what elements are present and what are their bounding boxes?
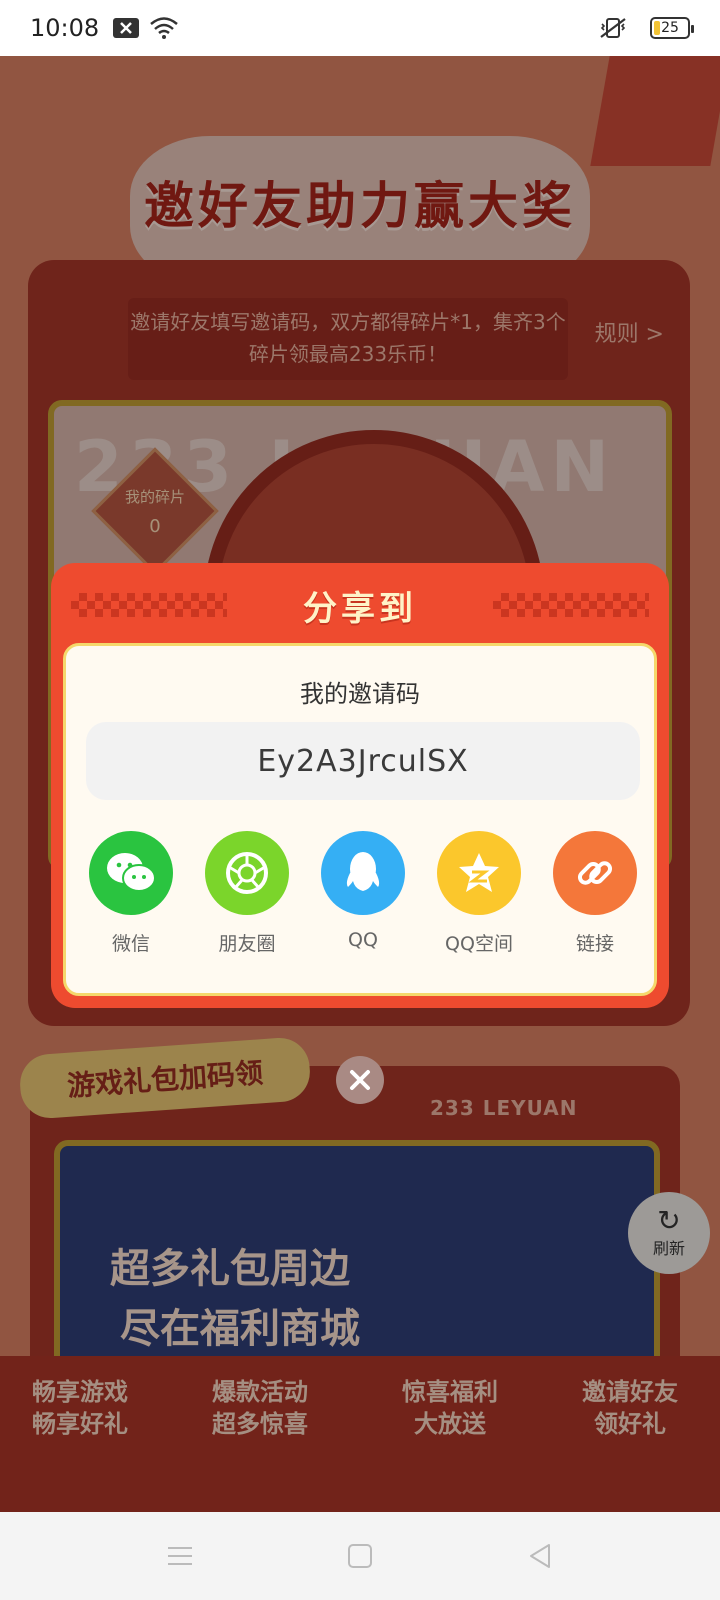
share-qzone-button[interactable]: QQ空间 [434,831,524,956]
share-dialog-body: 我的邀请码 Ey2A3JrculSX 微信 朋友圈 QQ QQ空间 链接 [63,643,657,996]
qzone-icon [437,831,521,915]
home-square-icon [348,1544,372,1568]
home-nav-button[interactable] [340,1536,380,1576]
menu-icon [168,1547,192,1565]
system-nav-bar [0,1512,720,1600]
battery-icon: 25 [650,17,694,39]
share-dialog: 分享到 我的邀请码 Ey2A3JrculSX 微信 朋友圈 QQ QQ空间 链接 [51,563,669,1008]
menu-nav-button[interactable] [160,1536,200,1576]
share-label: QQ [348,929,378,951]
close-icon [350,1070,370,1090]
share-targets: 微信 朋友圈 QQ QQ空间 链接 [86,831,640,956]
notification-close-icon [113,18,140,38]
share-label: 朋友圈 [218,933,276,955]
status-time: 10:08 [30,14,100,42]
share-moments-button[interactable]: 朋友圈 [202,831,292,956]
status-bar: 10:08 25 [0,0,720,56]
battery-level: 25 [661,20,679,36]
share-dialog-title: 分享到 [303,589,417,629]
back-nav-button[interactable] [520,1536,560,1576]
share-label: QQ空间 [445,933,513,955]
close-dialog-button[interactable] [336,1056,384,1104]
invite-code: Ey2A3JrculSX [257,743,469,779]
wifi-icon [149,17,179,39]
wechat-icon [89,831,173,915]
invite-code-label: 我的邀请码 [300,680,420,708]
moments-icon [205,831,289,915]
back-triangle-icon [530,1544,550,1568]
share-qq-button[interactable]: QQ [318,831,408,956]
share-label: 链接 [575,933,614,955]
share-link-button[interactable]: 链接 [550,831,640,956]
link-icon [553,831,637,915]
share-wechat-button[interactable]: 微信 [86,831,176,956]
invite-code-box[interactable]: Ey2A3JrculSX [86,722,640,800]
qq-icon [321,831,405,915]
share-label: 微信 [111,933,150,955]
vibrate-mute-icon [598,16,628,40]
